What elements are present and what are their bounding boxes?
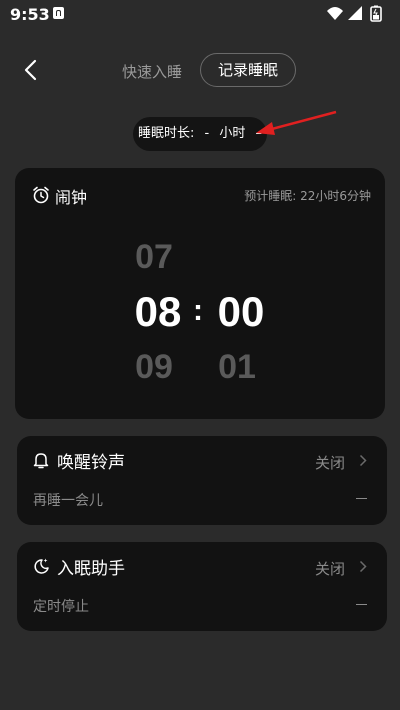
wake-sound-state[interactable]: 关闭 (315, 452, 345, 473)
tab-quick-sleep[interactable]: 快速入睡 (122, 61, 182, 82)
timer-stop-label: 定时停止 (33, 599, 89, 615)
minute-next[interactable]: 01 (212, 348, 262, 387)
minute-selected[interactable]: 00 (216, 288, 266, 336)
app-notification-icon (53, 7, 64, 19)
sleep-helper-card[interactable]: 入眠助手 关闭 定时停止 (17, 542, 387, 631)
hour-selected[interactable]: 08 (133, 288, 183, 336)
chevron-right-icon (359, 454, 367, 467)
duration-hours-value: - (204, 126, 210, 141)
chevron-right-icon (359, 560, 367, 573)
back-button[interactable] (18, 56, 46, 84)
wifi-icon (327, 7, 343, 20)
sleep-helper-state[interactable]: 关闭 (315, 558, 345, 579)
status-icons (326, 4, 388, 24)
status-bar: 9:53 (0, 0, 400, 28)
timer-stop-value (356, 604, 367, 605)
tab-record-sleep[interactable]: 记录睡眠 (200, 53, 296, 87)
moon-icon (34, 558, 49, 574)
alarm-title: 闹钟 (55, 188, 88, 207)
sleep-duration-pill: 睡眠时长: - 小时 – (133, 117, 267, 151)
alarm-card: 闹钟 预计睡眠: 22小时6分钟 07 08 09 : 00 01 (15, 168, 385, 419)
back-arrow-icon (24, 59, 37, 81)
hour-next[interactable]: 09 (129, 348, 179, 387)
hour-prev[interactable]: 07 (129, 238, 179, 277)
duration-label: 睡眠时长: (137, 126, 195, 141)
duration-hours-unit: 小时 (219, 126, 246, 141)
estimated-sleep: 预计睡眠: 22小时6分钟 (244, 189, 371, 203)
bell-icon (33, 453, 49, 469)
sleep-helper-title: 入眠助手 (57, 559, 125, 579)
snooze-label: 再睡一会儿 (33, 493, 103, 509)
snooze-value (356, 498, 367, 499)
battery-icon (370, 5, 382, 22)
time-separator: : (193, 294, 203, 327)
wake-sound-card[interactable]: 唤醒铃声 关闭 再睡一会儿 (17, 436, 387, 525)
status-time: 9:53 (10, 5, 50, 24)
alarm-clock-icon (33, 186, 49, 204)
signal-icon (348, 6, 362, 20)
annotation-arrow-icon (256, 110, 337, 135)
wake-sound-title: 唤醒铃声 (57, 453, 125, 473)
